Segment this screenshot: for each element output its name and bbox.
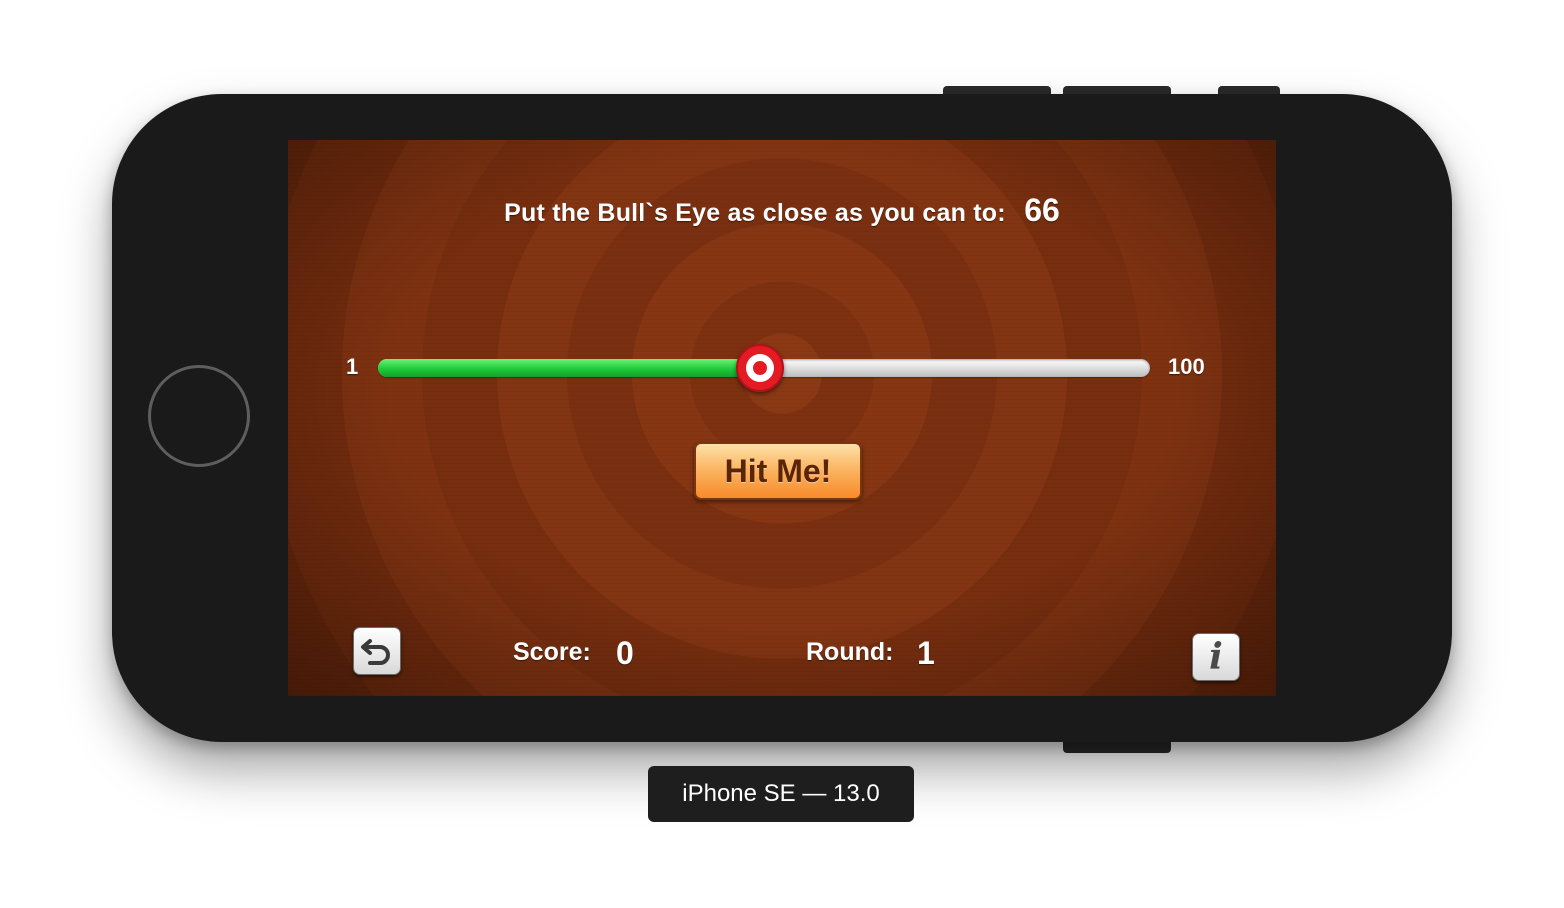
target-row: Put the Bull`s Eye as close as you can t… — [288, 192, 1276, 229]
game-screen: Put the Bull`s Eye as close as you can t… — [288, 140, 1276, 696]
home-button[interactable] — [148, 365, 250, 467]
slider-min-label: 1 — [346, 354, 359, 379]
target-label: Put the Bull`s Eye as close as you can t… — [504, 199, 1006, 227]
info-icon: i — [1209, 636, 1223, 678]
score-value: 0 — [616, 635, 634, 671]
restart-button[interactable] — [353, 627, 401, 675]
bullseye-slider-thumb[interactable] — [736, 344, 785, 392]
score-label: Score: — [513, 638, 591, 666]
round-label: Round: — [806, 638, 894, 666]
slider-max-label: 100 — [1168, 354, 1205, 379]
target-value: 66 — [1024, 192, 1060, 228]
restart-arrow-icon — [361, 639, 390, 665]
hit-me-button[interactable]: Hit Me! — [694, 442, 862, 500]
slider-fill — [378, 359, 761, 377]
device-caption: iPhone SE — 13.0 — [648, 766, 914, 822]
info-button[interactable]: i — [1192, 633, 1240, 681]
round-value: 1 — [917, 635, 935, 671]
